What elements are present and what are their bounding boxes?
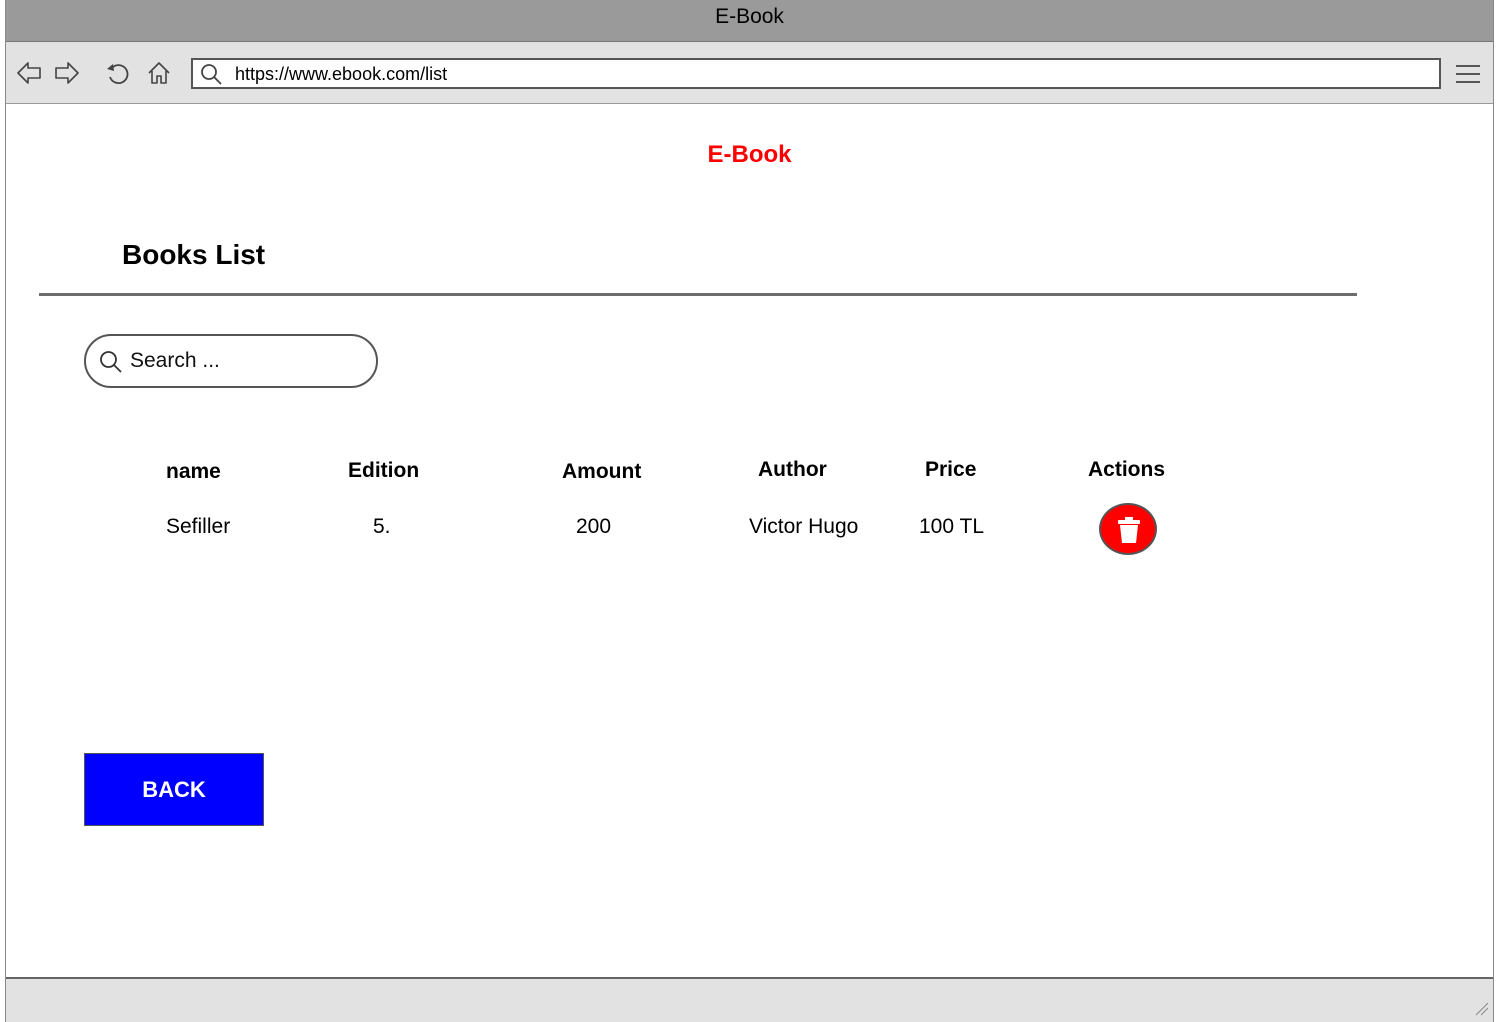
address-url: https://www.ebook.com/list xyxy=(235,64,448,84)
menu-icon[interactable] xyxy=(1454,62,1482,86)
brand-title: E-Book xyxy=(707,141,792,168)
cell-edition: 5. xyxy=(373,515,391,538)
search-input[interactable] xyxy=(130,346,360,376)
search-box xyxy=(84,334,378,388)
browser-toolbar: https://www.ebook.com/list xyxy=(6,42,1493,104)
delete-button[interactable] xyxy=(1099,503,1157,555)
reload-icon[interactable] xyxy=(102,58,132,88)
back-arrow-icon[interactable] xyxy=(14,58,44,88)
heading-divider xyxy=(39,293,1357,296)
window-title: E-Book xyxy=(715,5,784,28)
column-header-name: name xyxy=(166,460,221,483)
column-header-actions: Actions xyxy=(1088,458,1166,481)
cell-name: Sefiller xyxy=(166,515,231,538)
column-header-amount: Amount xyxy=(562,460,642,483)
forward-arrow-icon[interactable] xyxy=(52,58,82,88)
back-button[interactable]: BACK xyxy=(84,753,264,826)
cell-price: 100 TL xyxy=(919,515,984,538)
column-header-author: Author xyxy=(758,458,827,481)
column-header-price: Price xyxy=(925,458,977,481)
page-title: Books List xyxy=(122,239,266,270)
home-icon[interactable] xyxy=(144,58,174,88)
status-bar xyxy=(6,977,1493,1022)
search-icon xyxy=(98,349,124,375)
cell-author: Victor Hugo xyxy=(749,515,859,538)
address-bar[interactable]: https://www.ebook.com/list xyxy=(191,58,1441,89)
window-titlebar: E-Book xyxy=(6,0,1493,42)
column-header-edition: Edition xyxy=(348,459,420,482)
resize-grip-icon[interactable] xyxy=(1471,998,1489,1016)
trash-icon xyxy=(1118,517,1140,543)
browser-window: E-Book https://www.ebook.com/list E-Book… xyxy=(5,0,1494,1022)
search-icon xyxy=(199,62,223,86)
cell-amount: 200 xyxy=(576,515,612,538)
